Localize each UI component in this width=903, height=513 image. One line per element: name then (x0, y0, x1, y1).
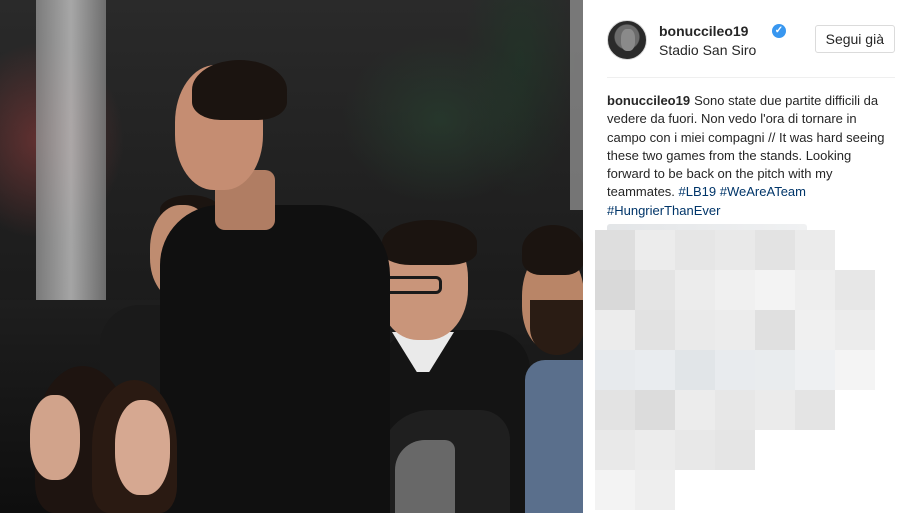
post-side-panel: bonuccileo19 ✓ Stadio San Siro Segui già… (583, 0, 903, 513)
mosaic-tile (755, 390, 795, 430)
hashtag-link[interactable]: #WeAreATeam (720, 184, 806, 199)
post-header: bonuccileo19 ✓ Stadio San Siro Segui già (607, 18, 895, 78)
mosaic-tile (795, 350, 835, 390)
avatar[interactable] (607, 20, 647, 60)
seat-coat-grey (395, 440, 455, 513)
mosaic-tile (835, 230, 875, 270)
mosaic-tile (795, 230, 835, 270)
mosaic-tile (835, 470, 875, 510)
mosaic-tile (595, 350, 635, 390)
caption-username-link[interactable]: bonuccileo19 (607, 93, 690, 108)
post-photo[interactable] (0, 0, 583, 513)
mosaic-tile (635, 270, 675, 310)
mosaic-tile (755, 470, 795, 510)
mosaic-tile (715, 470, 755, 510)
mosaic-tile (675, 350, 715, 390)
username-link[interactable]: bonuccileo19 (659, 23, 748, 39)
mosaic-tile (835, 390, 875, 430)
mosaic-tile (715, 310, 755, 350)
mosaic-tile (715, 270, 755, 310)
mosaic-tile (595, 230, 635, 270)
mosaic-tile (795, 270, 835, 310)
mosaic-tile (795, 430, 835, 470)
verified-badge-icon: ✓ (772, 24, 786, 38)
mosaic-tile (635, 350, 675, 390)
mosaic-tile (795, 310, 835, 350)
mosaic-tile (675, 430, 715, 470)
mosaic-tile (595, 390, 635, 430)
mosaic-tile (755, 270, 795, 310)
mosaic-tile (835, 310, 875, 350)
post-caption: bonuccileo19 Sono state due partite diffi… (607, 92, 887, 220)
mosaic-tile (635, 430, 675, 470)
mosaic-tile (795, 470, 835, 510)
mosaic-tile (635, 310, 675, 350)
mosaic-tile (835, 350, 875, 390)
mosaic-tile (755, 430, 795, 470)
stadium-pillar-right (570, 0, 583, 210)
mosaic-tile (835, 270, 875, 310)
hashtag-link[interactable]: #LB19 (679, 184, 717, 199)
mosaic-tile (715, 430, 755, 470)
stadium-pillar (36, 0, 106, 300)
hashtag-link[interactable]: #HungrierThanEver (607, 203, 720, 218)
mosaic-tile (595, 310, 635, 350)
mosaic-tile (675, 390, 715, 430)
mosaic-tile (595, 430, 635, 470)
mosaic-tile (675, 230, 715, 270)
location-link[interactable]: Stadio San Siro (659, 42, 756, 58)
mosaic-tile (755, 310, 795, 350)
mosaic-tile (675, 470, 715, 510)
mosaic-tile (835, 430, 875, 470)
mosaic-tile (795, 390, 835, 430)
mosaic-tile (715, 230, 755, 270)
mosaic-tile (675, 270, 715, 310)
mosaic-tile (755, 230, 795, 270)
mosaic-tile (635, 470, 675, 510)
mosaic-tile (595, 270, 635, 310)
mosaic-tile (635, 230, 675, 270)
mosaic-tile (715, 350, 755, 390)
mosaic-tile (675, 310, 715, 350)
mosaic-tile (715, 390, 755, 430)
mosaic-tile (595, 470, 635, 510)
follow-button[interactable]: Segui già (814, 25, 895, 53)
pixelated-comments-area (595, 230, 875, 513)
mosaic-tile (755, 350, 795, 390)
mosaic-tile (635, 390, 675, 430)
